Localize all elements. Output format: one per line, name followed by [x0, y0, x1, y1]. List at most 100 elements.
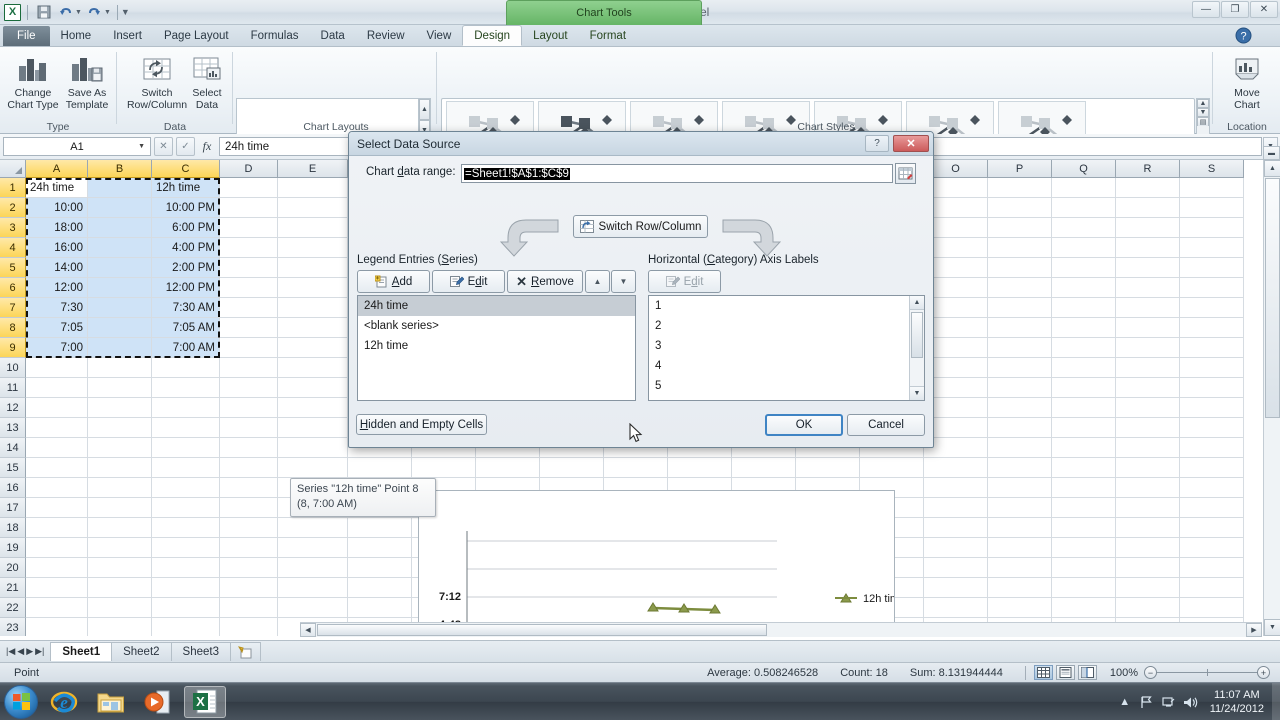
column-header-p[interactable]: P: [988, 160, 1052, 178]
cell-empty[interactable]: [1180, 338, 1244, 358]
cell-empty[interactable]: [1116, 178, 1180, 198]
cell-B18[interactable]: [88, 518, 152, 538]
legend-list-item[interactable]: 24h time: [358, 296, 635, 316]
cell-C6[interactable]: 12:00 PM: [152, 278, 220, 298]
cell-C22[interactable]: [152, 598, 220, 618]
chevron-down-icon[interactable]: ▼: [138, 143, 145, 150]
chart-object[interactable]: 0:00 2:24 4:48 7:12 0 2 4 6 8 10: [418, 490, 895, 636]
cell-empty[interactable]: [924, 478, 988, 498]
cell-empty[interactable]: [1116, 538, 1180, 558]
cell-empty[interactable]: [348, 558, 412, 578]
cell-empty[interactable]: [1180, 178, 1244, 198]
cell-B22[interactable]: [88, 598, 152, 618]
close-button[interactable]: ✕: [1250, 1, 1278, 18]
dialog-help-button[interactable]: ?: [865, 135, 889, 152]
dialog-close-button[interactable]: ✕: [893, 135, 929, 152]
cell-empty[interactable]: [988, 298, 1052, 318]
name-box[interactable]: A1 ▼: [3, 137, 151, 156]
next-sheet-icon[interactable]: ▶: [26, 646, 33, 657]
cell-A20[interactable]: [26, 558, 88, 578]
row-header-22[interactable]: 22: [0, 598, 26, 618]
cell-B17[interactable]: [88, 498, 152, 518]
edit-axis-labels-button[interactable]: Edit: [648, 270, 721, 293]
row-header-9[interactable]: 9: [0, 338, 26, 358]
cell-empty[interactable]: [278, 278, 348, 298]
cell-empty[interactable]: [1116, 438, 1180, 458]
cell-empty[interactable]: [278, 258, 348, 278]
cell-empty[interactable]: [278, 358, 348, 378]
cell-C12[interactable]: [152, 398, 220, 418]
column-header-b[interactable]: B: [88, 160, 152, 178]
cell-empty[interactable]: [220, 258, 278, 278]
cell-empty[interactable]: [220, 578, 278, 598]
cell-C19[interactable]: [152, 538, 220, 558]
axis-list-scrollbar[interactable]: ▲ ▼: [909, 296, 924, 400]
cell-empty[interactable]: [1180, 358, 1244, 378]
cell-A22[interactable]: [26, 598, 88, 618]
cell-empty[interactable]: [1180, 378, 1244, 398]
cell-empty[interactable]: [348, 578, 412, 598]
cell-B19[interactable]: [88, 538, 152, 558]
zoom-level[interactable]: 100%: [1110, 667, 1138, 679]
select-data-button[interactable]: Select Data: [176, 51, 238, 119]
cell-empty[interactable]: [988, 498, 1052, 518]
cell-empty[interactable]: [220, 338, 278, 358]
cell-empty[interactable]: [220, 458, 278, 478]
cell-B8[interactable]: [88, 318, 152, 338]
cell-empty[interactable]: [278, 418, 348, 438]
row-header-6[interactable]: 6: [0, 278, 26, 298]
cell-empty[interactable]: [1180, 318, 1244, 338]
cell-empty[interactable]: [1180, 558, 1244, 578]
cell-empty[interactable]: [1052, 258, 1116, 278]
cell-empty[interactable]: [924, 538, 988, 558]
first-sheet-icon[interactable]: |◀: [6, 646, 15, 657]
cell-empty[interactable]: [1116, 318, 1180, 338]
cell-empty[interactable]: [1116, 298, 1180, 318]
cell-empty[interactable]: [668, 458, 732, 478]
cell-empty[interactable]: [1052, 558, 1116, 578]
cell-empty[interactable]: [220, 558, 278, 578]
cell-empty[interactable]: [278, 338, 348, 358]
column-header-d[interactable]: D: [220, 160, 278, 178]
remove-series-button[interactable]: ✕ Remove: [507, 270, 583, 293]
cell-empty[interactable]: [1116, 358, 1180, 378]
cell-empty[interactable]: [1052, 398, 1116, 418]
cell-empty[interactable]: [1116, 378, 1180, 398]
page-layout-view-icon[interactable]: [1055, 665, 1075, 680]
cell-A4[interactable]: 16:00: [26, 238, 88, 258]
cell-empty[interactable]: [220, 278, 278, 298]
row-header-8[interactable]: 8: [0, 318, 26, 338]
column-header-q[interactable]: Q: [1052, 160, 1116, 178]
cell-empty[interactable]: [988, 558, 1052, 578]
cancel-button[interactable]: Cancel: [847, 414, 925, 436]
cell-A3[interactable]: 18:00: [26, 218, 88, 238]
windows-explorer-icon[interactable]: [90, 686, 132, 718]
cell-empty[interactable]: [1180, 298, 1244, 318]
cell-empty[interactable]: [988, 218, 1052, 238]
edit-series-button[interactable]: Edit: [432, 270, 505, 293]
tab-layout[interactable]: Layout: [522, 25, 579, 46]
cell-A15[interactable]: [26, 458, 88, 478]
cell-empty[interactable]: [1116, 418, 1180, 438]
cancel-icon[interactable]: ✕: [154, 137, 173, 156]
cell-A21[interactable]: [26, 578, 88, 598]
axis-scroll-thumb[interactable]: [911, 312, 923, 358]
cell-C18[interactable]: [152, 518, 220, 538]
media-player-icon[interactable]: [137, 686, 179, 718]
zoom-slider[interactable]: − +: [1144, 666, 1270, 679]
row-header-5[interactable]: 5: [0, 258, 26, 278]
cell-A23[interactable]: [26, 618, 88, 636]
normal-view-icon[interactable]: [1033, 665, 1053, 680]
chart-data-range-input[interactable]: =Sheet1!$A$1:$C$9: [461, 164, 893, 183]
cell-empty[interactable]: [278, 198, 348, 218]
last-sheet-icon[interactable]: ▶|: [35, 646, 44, 657]
cell-A9[interactable]: 7:00: [26, 338, 88, 358]
move-series-up-button[interactable]: ▲: [585, 270, 610, 293]
cell-empty[interactable]: [1052, 458, 1116, 478]
cell-empty[interactable]: [1180, 458, 1244, 478]
show-hidden-icons-icon[interactable]: ▲: [1114, 696, 1136, 708]
cell-B9[interactable]: [88, 338, 152, 358]
horizontal-scrollbar[interactable]: ◀ ▶: [300, 622, 1262, 637]
cell-empty[interactable]: [988, 438, 1052, 458]
minimize-button[interactable]: —: [1192, 1, 1220, 18]
